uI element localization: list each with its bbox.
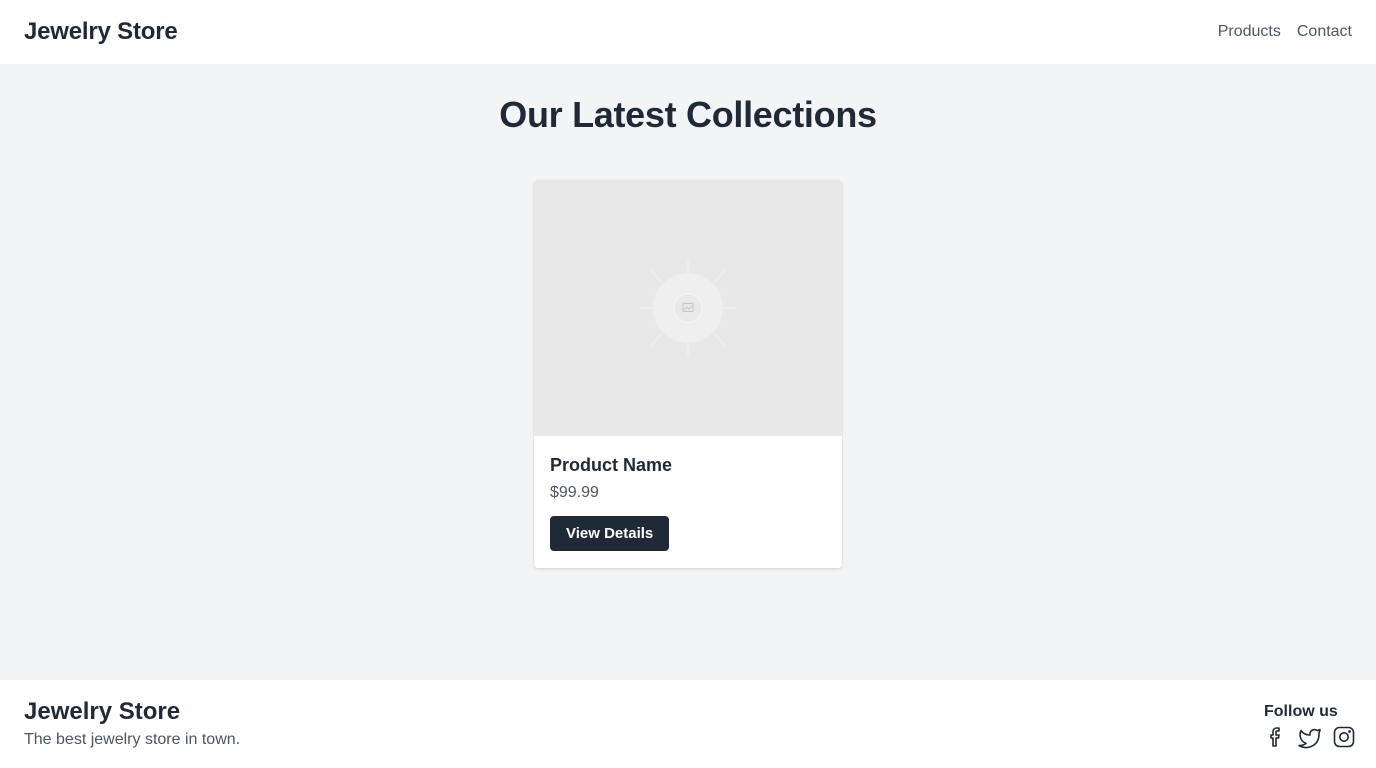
nav-link-products[interactable]: Products [1218, 23, 1281, 41]
follow-us-title: Follow us [1264, 703, 1338, 720]
view-details-button[interactable]: View Details [550, 516, 670, 551]
social-links [1264, 725, 1355, 749]
main-nav: Products Contact [1218, 23, 1352, 41]
product-card: Product Name $99.99 View Details [534, 180, 842, 568]
facebook-icon[interactable] [1264, 725, 1288, 749]
instagram-icon[interactable] [1332, 725, 1356, 749]
footer-tagline: The best jewelry store in town. [24, 731, 241, 748]
main-content: Our Latest Collections Product Name $99.… [0, 64, 1376, 680]
product-image [534, 180, 842, 436]
brand-logo[interactable]: Jewelry Store [24, 18, 178, 46]
page-title: Our Latest Collections [499, 94, 877, 135]
product-name: Product Name [550, 455, 673, 475]
product-card-body: Product Name $99.99 View Details [534, 436, 842, 567]
nav-link-contact[interactable]: Contact [1297, 23, 1352, 41]
site-header: Jewelry Store Products Contact [0, 0, 1376, 64]
image-placeholder-icon [640, 260, 736, 356]
site-footer: Jewelry Store The best jewelry store in … [0, 680, 1376, 768]
product-price: $99.99 [550, 484, 599, 501]
twitter-icon[interactable] [1298, 725, 1322, 749]
follow-us-section: Follow us [1264, 703, 1355, 749]
footer-brand: Jewelry Store [24, 698, 181, 725]
